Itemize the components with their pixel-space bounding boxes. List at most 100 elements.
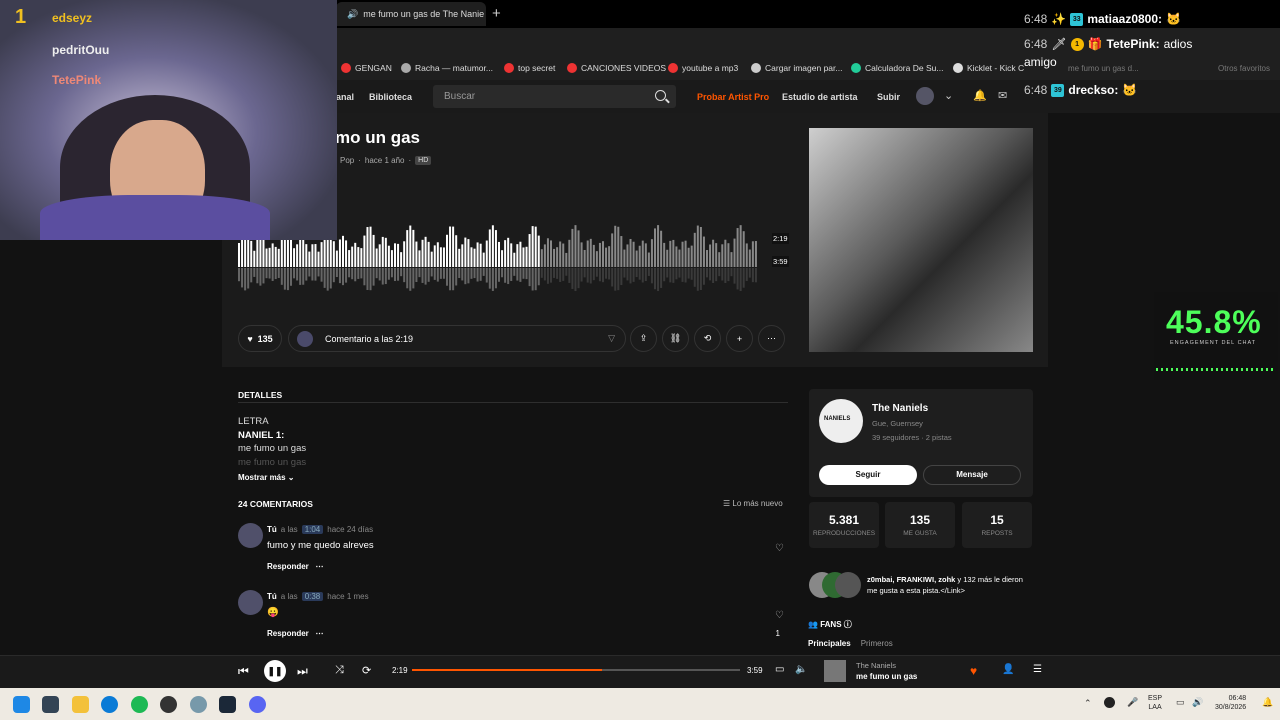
waveform-reflection	[702, 268, 705, 285]
shuffle-icon[interactable]: ⤨	[335, 664, 344, 677]
artist-pro-link[interactable]: Probar Artist Pro	[697, 92, 769, 102]
repeat-icon[interactable]: ⟳	[362, 664, 371, 677]
heart-icon[interactable]: ♡	[775, 610, 784, 621]
likes-stat[interactable]: 135 ME GUSTA	[885, 502, 955, 548]
bookmark-top-secret[interactable]: top secret	[504, 63, 555, 73]
tab-primeros[interactable]: Primeros	[861, 639, 893, 648]
tray-chevron-icon[interactable]: ⌃	[1084, 698, 1092, 709]
bookmark-canciones[interactable]: CANCIONES VIDEOS	[567, 63, 666, 73]
bell-icon[interactable]: 🔔	[973, 89, 987, 102]
waveform-reflection	[308, 268, 311, 277]
follow-user-icon[interactable]: 👤	[1002, 664, 1014, 675]
genre-tag[interactable]: Pop	[340, 156, 354, 165]
cast-icon[interactable]: ▭	[775, 664, 784, 675]
browser-tab[interactable]: 🔊 me fumo un gas de The Nanie ✕	[336, 2, 486, 26]
queue-icon[interactable]: ☰	[1033, 664, 1042, 675]
link-icon[interactable]: ⛓	[662, 325, 689, 352]
search-input[interactable]: Buscar	[433, 85, 676, 108]
now-playing-artist[interactable]: The Naniels	[856, 661, 896, 670]
share-icon[interactable]: ⇪	[630, 325, 657, 352]
comment-input[interactable]: Comentario a las 2:19 ▽	[288, 325, 626, 352]
studio-link[interactable]: Estudio de artista	[782, 92, 858, 102]
new-tab-icon[interactable]: +	[492, 5, 501, 22]
notifications-icon[interactable]: 🔔	[1262, 697, 1273, 708]
now-playing-title[interactable]: me fumo un gas	[856, 672, 917, 681]
mail-icon[interactable]: ✉	[998, 89, 1007, 102]
plays-stat[interactable]: 5.381 REPRODUCCIONES	[809, 502, 879, 548]
app-icon[interactable]	[190, 696, 207, 713]
sort-dropdown[interactable]: ☰ Lo más nuevo	[723, 499, 783, 508]
bookmark-cargar[interactable]: Cargar imagen par...	[751, 63, 842, 73]
info-icon[interactable]: ⓘ	[844, 620, 852, 629]
reposts-stat[interactable]: 15 REPOSTS	[962, 502, 1032, 548]
waveform-reflection	[589, 268, 592, 284]
nav-library[interactable]: Biblioteca	[369, 92, 412, 102]
user-avatar[interactable]	[916, 87, 934, 105]
bookmark-kicklet[interactable]: Kicklet - Kick C	[953, 63, 1024, 73]
obs-icon[interactable]	[160, 696, 177, 713]
steam-icon[interactable]	[219, 696, 236, 713]
more-icon[interactable]: ⋯	[758, 325, 785, 352]
repost-icon[interactable]: ⟲	[694, 325, 721, 352]
more-icon[interactable]: ⋯	[311, 629, 323, 638]
folder-icon[interactable]	[72, 696, 89, 713]
cat-emote-icon: 🐱	[1122, 83, 1138, 97]
volume-icon[interactable]: 🔈	[795, 664, 807, 675]
artist-name[interactable]: The Naniels	[872, 403, 928, 414]
microphone-icon[interactable]: 🎤	[1127, 697, 1138, 708]
waveform-reflection	[473, 268, 476, 279]
follow-button[interactable]: Seguir	[819, 465, 917, 485]
waveform-bar	[699, 226, 702, 267]
track-artwork[interactable]	[809, 128, 1033, 352]
heart-icon[interactable]: ♥	[970, 664, 977, 678]
reply-button[interactable]: Responder ⋯	[267, 629, 323, 638]
discord-icon[interactable]	[249, 696, 266, 713]
speaker-icon[interactable]: 🔊	[347, 9, 358, 20]
bookmark-yt-mp3[interactable]: youtube a mp3	[668, 63, 738, 73]
waveform-reflection	[461, 268, 464, 281]
waveform-reflection	[709, 268, 712, 281]
clock[interactable]: 06:48 30/8/2026	[1215, 694, 1246, 712]
nav-feed[interactable]: anal	[336, 92, 354, 102]
add-to-playlist-icon[interactable]: +	[726, 325, 753, 352]
store-icon[interactable]	[42, 696, 59, 713]
waveform-bar	[672, 239, 675, 267]
send-icon[interactable]: ▽	[608, 333, 615, 344]
bookmark-calculadora[interactable]: Calculadora De Su...	[851, 63, 943, 73]
tab-principales[interactable]: Principales	[808, 639, 851, 648]
windows-start-icon[interactable]	[13, 696, 30, 713]
edge-icon[interactable]	[101, 696, 118, 713]
bookmark-gengan[interactable]: GENGAN	[341, 63, 392, 73]
speaker-icon[interactable]: 🔊	[1192, 697, 1203, 708]
avatar[interactable]	[238, 523, 263, 548]
message-button[interactable]: Mensaje	[923, 465, 1021, 485]
more-icon[interactable]: ⋯	[311, 562, 323, 571]
waveform-bar	[357, 247, 360, 267]
avatar[interactable]	[238, 590, 263, 615]
now-playing-artwork[interactable]	[824, 660, 846, 682]
show-more-button[interactable]: Mostrar más ⌄	[238, 473, 295, 482]
network-icon[interactable]: ▭	[1176, 697, 1185, 708]
bookmark-racha[interactable]: Racha — matumor...	[401, 63, 493, 73]
like-button[interactable]: ♥ 135	[238, 325, 282, 352]
language-indicator[interactable]: ESP LAA	[1148, 694, 1162, 712]
progress-bar[interactable]	[412, 669, 740, 671]
heart-icon[interactable]: ♡	[775, 543, 784, 554]
waveform-reflection	[598, 268, 601, 282]
upload-link[interactable]: Subir	[877, 92, 900, 102]
reply-button[interactable]: Responder ⋯	[267, 562, 323, 571]
spotify-icon[interactable]	[131, 696, 148, 713]
player-bar: ⏮ ❚❚ ⏭ ⤨ ⟳ 2:19 3:59 ▭ 🔈 The Naniels me …	[0, 655, 1280, 688]
search-icon[interactable]	[655, 90, 666, 101]
waveform-bar	[516, 244, 519, 267]
waveform-reflection	[583, 268, 586, 278]
waveform-reflection	[678, 268, 681, 278]
previous-icon[interactable]: ⏮	[238, 664, 249, 679]
tray-app-icon[interactable]	[1104, 697, 1115, 708]
artist-avatar[interactable]: NANIELS	[819, 399, 863, 443]
chevron-down-icon[interactable]: ⌄	[944, 89, 953, 102]
pause-button[interactable]: ❚❚	[264, 660, 286, 682]
next-icon[interactable]: ⏭	[297, 664, 308, 679]
likers-avatars[interactable]	[809, 572, 861, 598]
waveform-reflection	[409, 268, 412, 291]
